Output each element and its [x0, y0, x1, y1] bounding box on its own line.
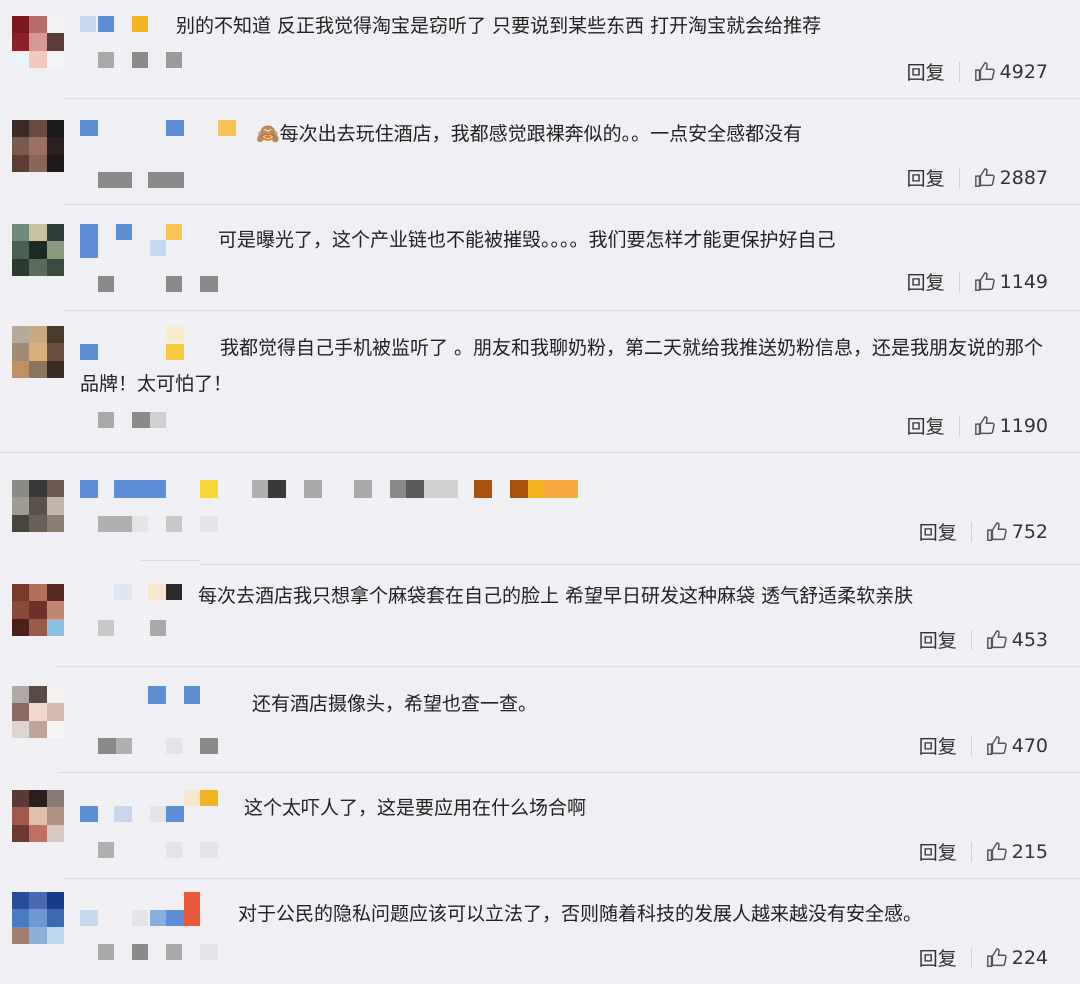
thumbs-up-icon [974, 167, 995, 187]
like-button[interactable]: 224 [986, 947, 1048, 969]
divider [970, 521, 972, 542]
reply-button[interactable]: 回复 [907, 164, 945, 191]
divider [970, 735, 972, 756]
divider [64, 310, 1080, 311]
comment-text: 别的不知道 反正我觉得淘宝是窃听了 只要说到某些东西 打开淘宝就会给推荐 [176, 15, 822, 37]
like-count: 224 [1011, 946, 1048, 969]
emoji-icon: 🙈 [256, 123, 280, 145]
like-count: 215 [1011, 840, 1048, 863]
avatar[interactable] [12, 224, 64, 276]
reply-button[interactable]: 回复 [919, 944, 957, 971]
reply-button[interactable]: 回复 [907, 58, 945, 85]
username-redacted[interactable] [80, 480, 600, 500]
thumbs-up-icon [986, 735, 1007, 755]
like-count: 453 [1011, 628, 1048, 651]
divider [958, 167, 960, 188]
divider [64, 98, 1080, 99]
like-button[interactable]: 470 [986, 735, 1048, 757]
like-count: 2887 [999, 166, 1048, 189]
like-count: 752 [1011, 520, 1048, 543]
thumbs-up-icon [986, 521, 1007, 541]
reply-button[interactable]: 回复 [919, 518, 957, 545]
divider [140, 560, 200, 561]
avatar[interactable] [12, 16, 64, 68]
divider [0, 452, 1080, 453]
divider [56, 666, 1080, 667]
comment-actions: 回复 752 [919, 518, 1048, 545]
reply-button[interactable]: 回复 [907, 268, 945, 295]
avatar[interactable] [12, 790, 64, 842]
like-button[interactable]: 1149 [974, 271, 1048, 293]
like-button[interactable]: 1190 [974, 415, 1048, 437]
comment-actions: 回复 1190 [907, 412, 1048, 439]
avatar[interactable] [12, 480, 64, 532]
avatar[interactable] [12, 584, 64, 636]
reply-button[interactable]: 回复 [907, 412, 945, 439]
comment-text: 每次去酒店我只想拿个麻袋套在自己的脸上 希望早日研发这种麻袋 透气舒适柔软亲肤 [198, 585, 914, 607]
comment-text: 🙈每次出去玩住酒店，我都感觉跟裸奔似的。。一点安全感都没有 [256, 123, 803, 145]
comment-actions: 回复 1149 [907, 268, 1048, 295]
like-button[interactable]: 215 [986, 841, 1048, 863]
comment-text: 对于公民的隐私问题应该可以立法了，否则随着科技的发展人越来越没有安全感。 [238, 903, 923, 925]
avatar[interactable] [12, 120, 64, 172]
comment-actions: 回复 453 [919, 626, 1048, 653]
thumbs-up-icon [986, 841, 1007, 861]
divider [200, 564, 1080, 565]
divider [970, 841, 972, 862]
comment-text: 这个太吓人了，这是要应用在什么场合啊 [244, 797, 587, 819]
like-button[interactable]: 453 [986, 629, 1048, 651]
comment-text: 我都觉得自己手机被监听了 。朋友和我聊奶粉，第二天就给我推送奶粉信息，还是我朋友… [80, 337, 1044, 395]
avatar[interactable] [12, 892, 64, 944]
like-button[interactable]: 752 [986, 521, 1048, 543]
comment-actions: 回复 215 [919, 838, 1048, 865]
like-count: 470 [1011, 734, 1048, 757]
avatar[interactable] [12, 326, 64, 378]
divider [64, 878, 1080, 879]
like-count: 1190 [999, 414, 1048, 437]
comment-actions: 回复 4927 [907, 58, 1048, 85]
reply-button[interactable]: 回复 [919, 732, 957, 759]
divider [970, 629, 972, 650]
divider [64, 204, 1080, 205]
like-button[interactable]: 2887 [974, 167, 1048, 189]
like-count: 4927 [999, 60, 1048, 83]
avatar[interactable] [12, 686, 64, 738]
thumbs-up-icon [986, 947, 1007, 967]
reply-button[interactable]: 回复 [919, 838, 957, 865]
thumbs-up-icon [974, 271, 995, 291]
divider [970, 947, 972, 968]
comment-text: 可是曝光了，这个产业链也不能被摧毁。。。。我们要怎样才能更保护好自己 [218, 229, 836, 251]
divider [958, 415, 960, 436]
divider [958, 271, 960, 292]
divider [58, 772, 1080, 773]
divider [958, 61, 960, 82]
like-count: 1149 [999, 270, 1048, 293]
like-button[interactable]: 4927 [974, 61, 1048, 83]
comment-actions: 回复 2887 [907, 164, 1048, 191]
comment-actions: 回复 224 [919, 944, 1048, 971]
reply-button[interactable]: 回复 [919, 626, 957, 653]
comment-actions: 回复 470 [919, 732, 1048, 759]
comment-text: 还有酒店摄像头，希望也查一查。 [252, 693, 538, 715]
thumbs-up-icon [986, 629, 1007, 649]
thumbs-up-icon [974, 415, 995, 435]
thumbs-up-icon [974, 61, 995, 81]
